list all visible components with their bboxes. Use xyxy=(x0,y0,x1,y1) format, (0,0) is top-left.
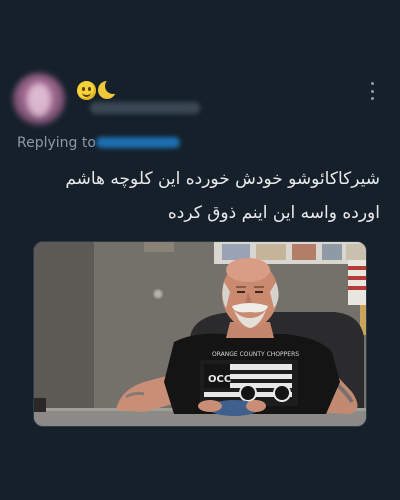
display-name[interactable] xyxy=(77,78,121,102)
replying-to-label: Replying to xyxy=(17,135,96,151)
tweet-reply-card: Replying to شیرکاکائوشو خودش خورده این ک… xyxy=(0,0,400,500)
more-options-icon[interactable] xyxy=(362,80,382,102)
shirt-logo: OCC xyxy=(208,374,231,385)
reply-target-handle-blurred[interactable] xyxy=(96,137,180,148)
shirt-text: ORANGE COUNTY CHOPPERS xyxy=(212,351,299,358)
tweet-media-image[interactable]: ORANGE COUNTY CHOPPERS OCC xyxy=(33,241,367,427)
avatar[interactable] xyxy=(13,73,65,125)
media-photo: ORANGE COUNTY CHOPPERS OCC xyxy=(34,242,366,426)
tweet-text-line-2: اورده واسه این اینم ذوق کرده xyxy=(167,203,380,223)
user-handle-blurred xyxy=(90,102,200,114)
tweet-text: شیرکاکائوشو خودش خورده این کلوچه هاشم او… xyxy=(20,162,380,230)
crescent-moon-emoji-icon xyxy=(98,78,121,99)
tweet-text-line-1: شیرکاکائوشو خودش خورده این کلوچه هاشم xyxy=(65,169,380,189)
smiling-face-emoji-icon xyxy=(77,80,96,100)
